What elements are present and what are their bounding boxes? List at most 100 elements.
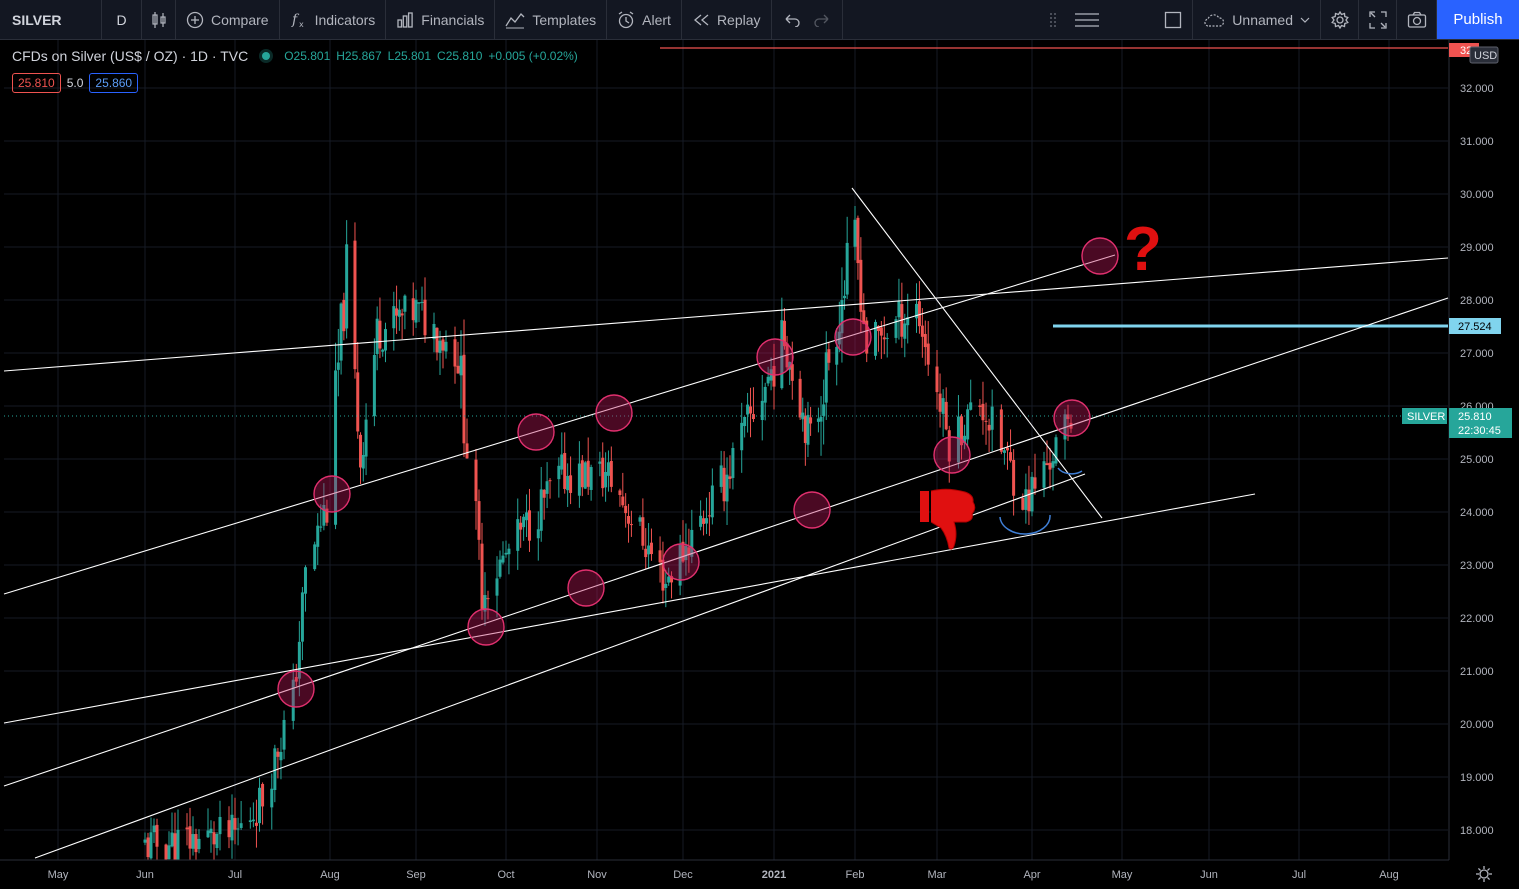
- candle-body: [336, 362, 340, 370]
- hamburger-menu-icon[interactable]: [1073, 10, 1101, 30]
- templates-button[interactable]: Templates: [495, 0, 608, 39]
- candle-body: [853, 219, 857, 247]
- candle-body: [185, 827, 189, 830]
- chart-legend[interactable]: CFDs on Silver (US$ / OZ) · 1D · TVC O25…: [12, 48, 578, 64]
- bar-chart-icon: [397, 11, 414, 28]
- countdown-text: 22:30:45: [1458, 425, 1501, 437]
- candle-body: [609, 460, 613, 487]
- candle-body: [1005, 447, 1009, 451]
- indicators-button[interactable]: fx Indicators: [280, 0, 387, 39]
- candle-body: [728, 476, 732, 479]
- candle-body: [356, 372, 360, 432]
- time-tick-label: Mar: [928, 869, 947, 881]
- interval-button[interactable]: D: [102, 0, 142, 39]
- candle-body: [604, 471, 608, 488]
- drag-handle-icon[interactable]: [1048, 11, 1058, 29]
- time-tick-label: Jul: [1292, 869, 1306, 881]
- marker-circle: [793, 491, 831, 529]
- candle-body: [710, 485, 714, 518]
- alert-button[interactable]: Alert: [607, 0, 682, 39]
- candle-body: [981, 403, 985, 421]
- candle-body: [215, 833, 219, 849]
- candle-body: [1009, 452, 1013, 461]
- price-tick-label: 24.000: [1460, 507, 1494, 519]
- candle-body: [170, 832, 174, 847]
- candle-body: [152, 825, 156, 833]
- candle-body: [191, 834, 195, 849]
- candle-body: [176, 829, 180, 860]
- candle-body: [990, 406, 994, 430]
- currency-label: USD: [1474, 50, 1497, 62]
- price-chart[interactable]: ? 32.00031.00030.00029.00028.00027.00026…: [0, 40, 1519, 889]
- bid-ask-row: 25.810 5.0 25.860: [12, 73, 139, 93]
- chart-style-button[interactable]: [142, 0, 176, 39]
- templates-icon: [505, 12, 525, 28]
- candle-body: [606, 462, 610, 476]
- candle-body: [621, 496, 625, 506]
- candle-body: [731, 448, 735, 478]
- candle-body: [146, 837, 150, 858]
- candle-body: [1045, 463, 1049, 466]
- candle-body: [944, 401, 948, 430]
- ask-price[interactable]: 25.860: [89, 73, 139, 93]
- candle-body: [403, 295, 407, 312]
- financials-button[interactable]: Financials: [386, 0, 496, 39]
- marker-circle: [756, 338, 794, 376]
- time-tick-label: Jun: [1200, 869, 1218, 881]
- snapshot-button[interactable]: [1397, 0, 1437, 39]
- fullscreen-button[interactable]: [1359, 0, 1397, 39]
- candles-icon: [151, 11, 166, 28]
- publish-button[interactable]: Publish: [1437, 0, 1519, 39]
- candle-body: [149, 832, 153, 859]
- candle-body: [722, 467, 726, 502]
- marker-circle: [277, 670, 315, 708]
- candle-body: [707, 515, 711, 517]
- price-tick-label: 31.000: [1460, 136, 1494, 148]
- compare-label: Compare: [211, 11, 269, 28]
- marker-circle: [662, 543, 700, 581]
- candle-body: [1033, 477, 1037, 489]
- candle-body: [583, 462, 587, 489]
- candle-body: [589, 467, 593, 490]
- redo-icon[interactable]: [813, 13, 830, 27]
- candle-body: [254, 822, 258, 826]
- candle-body: [917, 301, 921, 327]
- symbol-search[interactable]: SILVER: [0, 0, 102, 39]
- layout-button[interactable]: [1153, 0, 1194, 39]
- layout-name-button[interactable]: Unnamed: [1193, 0, 1321, 39]
- candle-body: [803, 415, 807, 443]
- bid-price[interactable]: 25.810: [12, 73, 61, 93]
- compare-button[interactable]: Compare: [176, 0, 280, 39]
- candle-body: [516, 519, 520, 551]
- candle-body: [462, 354, 466, 444]
- undo-icon[interactable]: [784, 13, 800, 27]
- candle-body: [261, 783, 265, 807]
- candle-body: [644, 548, 648, 558]
- candle-body: [1027, 489, 1031, 512]
- candle-body: [1042, 461, 1046, 488]
- candle-body: [361, 454, 365, 469]
- candle-body: [218, 816, 222, 835]
- candle-body: [835, 346, 839, 365]
- candle-body: [486, 598, 490, 600]
- candle-body: [456, 365, 460, 374]
- candle-body: [495, 578, 499, 596]
- candle-body: [504, 552, 508, 555]
- candle-body: [879, 327, 883, 336]
- candle-body: [383, 329, 387, 351]
- candle-body: [627, 516, 631, 524]
- candle-body: [303, 567, 307, 594]
- templates-label: Templates: [532, 11, 597, 28]
- candle-body: [843, 295, 847, 299]
- candle-body: [1048, 462, 1052, 470]
- candle-body: [258, 787, 262, 824]
- marker-circle: [834, 318, 872, 356]
- settings-button[interactable]: [1321, 0, 1359, 39]
- replay-button[interactable]: Replay: [682, 0, 772, 39]
- candle-body: [319, 526, 323, 528]
- candle-body: [845, 242, 849, 295]
- candle-body: [239, 823, 243, 828]
- candle-body: [760, 400, 764, 421]
- time-tick-label: 2021: [762, 869, 786, 881]
- time-axis[interactable]: May Jun Jul Aug Sep Oct Nov Dec 2021 Feb Mar Apr May…: [0, 859, 1519, 889]
